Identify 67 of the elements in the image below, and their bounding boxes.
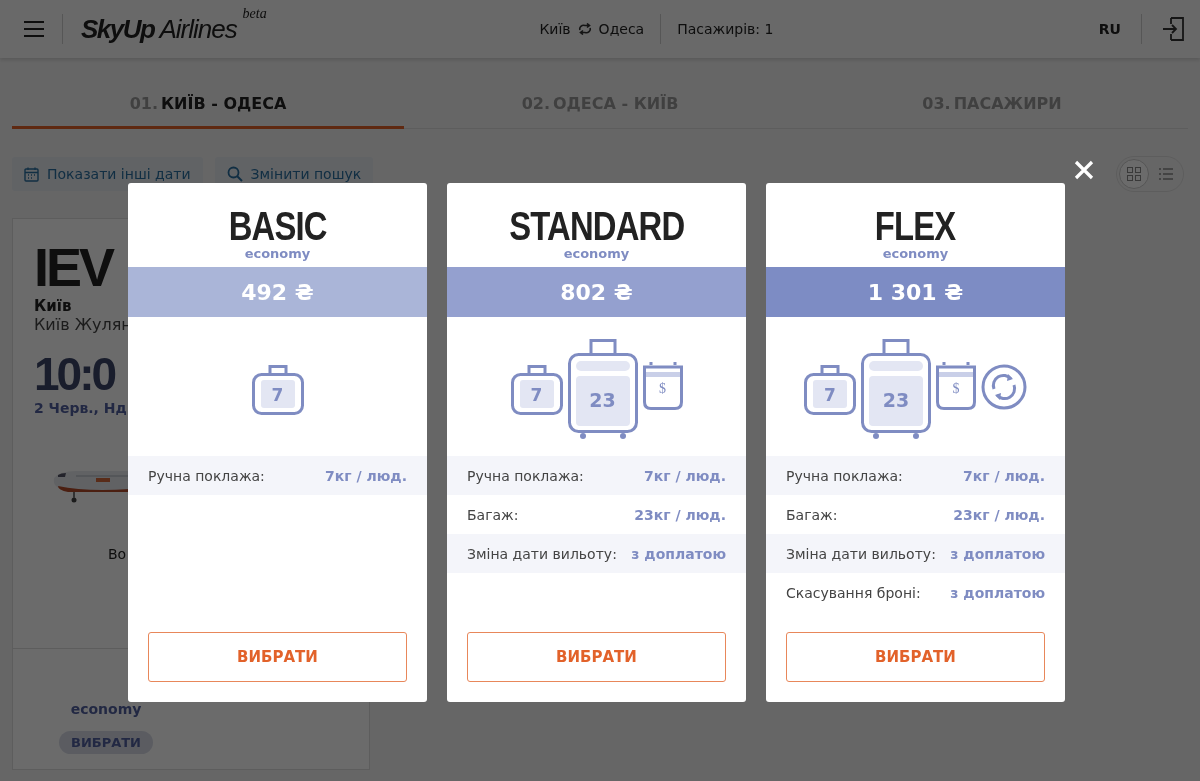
refresh-icon [981,363,1027,410]
select-button[interactable]: ВИБРАТИ [786,632,1045,682]
suitcase-icon [861,338,931,439]
departure-time: 10:0 [34,348,115,400]
feature-label: Скасування броні: [786,584,921,601]
flight-note: Во [108,546,127,562]
feature-label: Зміна дати вильоту: [467,545,617,562]
calendar-icon [24,166,39,182]
feature-label: Ручна поклажа: [467,467,584,484]
action-button[interactable]: Показати інші дати [12,157,203,191]
route-to: Одеса [598,21,645,37]
hand-bag-icon [510,364,563,415]
menu-icon[interactable] [24,21,44,37]
bag-weight: 7 [823,384,837,405]
hand-bag-icon [804,364,856,415]
feature-value: з доплатою [950,545,1045,562]
fare-price: 492 ₴ [128,267,427,317]
view-mode-button[interactable] [1119,159,1149,189]
hand-bag-icon [251,364,304,415]
select-button[interactable]: ВИБРАТИ [148,632,407,682]
feature-value: 7кг / люд. [644,467,726,484]
select-button[interactable]: ВИБРАТИ [467,632,726,682]
airport-code: IEV [34,239,113,295]
feature-label: Ручна поклажа: [148,467,265,484]
suitcase-icon [567,338,638,439]
pocket-icon [936,359,976,410]
fare-name: FLEX [875,206,956,246]
brand-word: Airlines [159,13,237,45]
feature-value: 7кг / люд. [325,467,407,484]
bag-weight: 23 [588,388,617,411]
language-link[interactable]: RU [1098,21,1121,37]
swap-icon [576,23,593,35]
feature-value: з доплатою [631,545,726,562]
fare-name: STANDARD [509,206,684,246]
fare-subtitle: economy [563,246,630,261]
fee-symbol: $ [658,380,667,397]
search-icon [226,166,243,182]
fee-symbol: $ [951,380,961,397]
feature-value: з доплатою [950,584,1045,601]
list-view-icon [1159,168,1173,180]
brand-logo[interactable]: SkyUp [81,13,155,45]
feature-label: Ручна поклажа: [786,467,903,484]
close-icon[interactable] [1074,160,1094,180]
feature-value: 7кг / люд. [963,467,1045,484]
select-button[interactable]: ВИБРАТИ [58,731,153,754]
pocket-icon [642,359,683,410]
fare-class: economy [70,701,142,717]
fare-name: BASIC [228,206,327,246]
feature-value: 23кг / люд. [634,506,726,523]
beta-label: beta [242,5,267,22]
feature-label: Багаж: [467,506,519,523]
fare-price: 802 ₴ [447,267,746,317]
grid-view-icon [1127,167,1141,181]
bag-weight: 7 [529,384,544,405]
login-icon[interactable] [1162,17,1184,41]
fare-subtitle: economy [244,246,311,261]
city-name: Київ [34,297,73,315]
route-from: Київ [539,21,571,37]
passenger-count: Пасажирів: 1 [677,21,774,37]
departure-date: 2 Черв., Нд [34,400,128,416]
fare-subtitle: economy [882,246,949,261]
bag-weight: 7 [270,384,285,405]
feature-label: Багаж: [786,506,838,523]
feature-value: 23кг / люд. [953,506,1045,523]
fare-price: 1 301 ₴ [766,267,1065,317]
feature-label: Зміна дати вильоту: [786,545,936,562]
bag-weight: 23 [881,388,911,411]
